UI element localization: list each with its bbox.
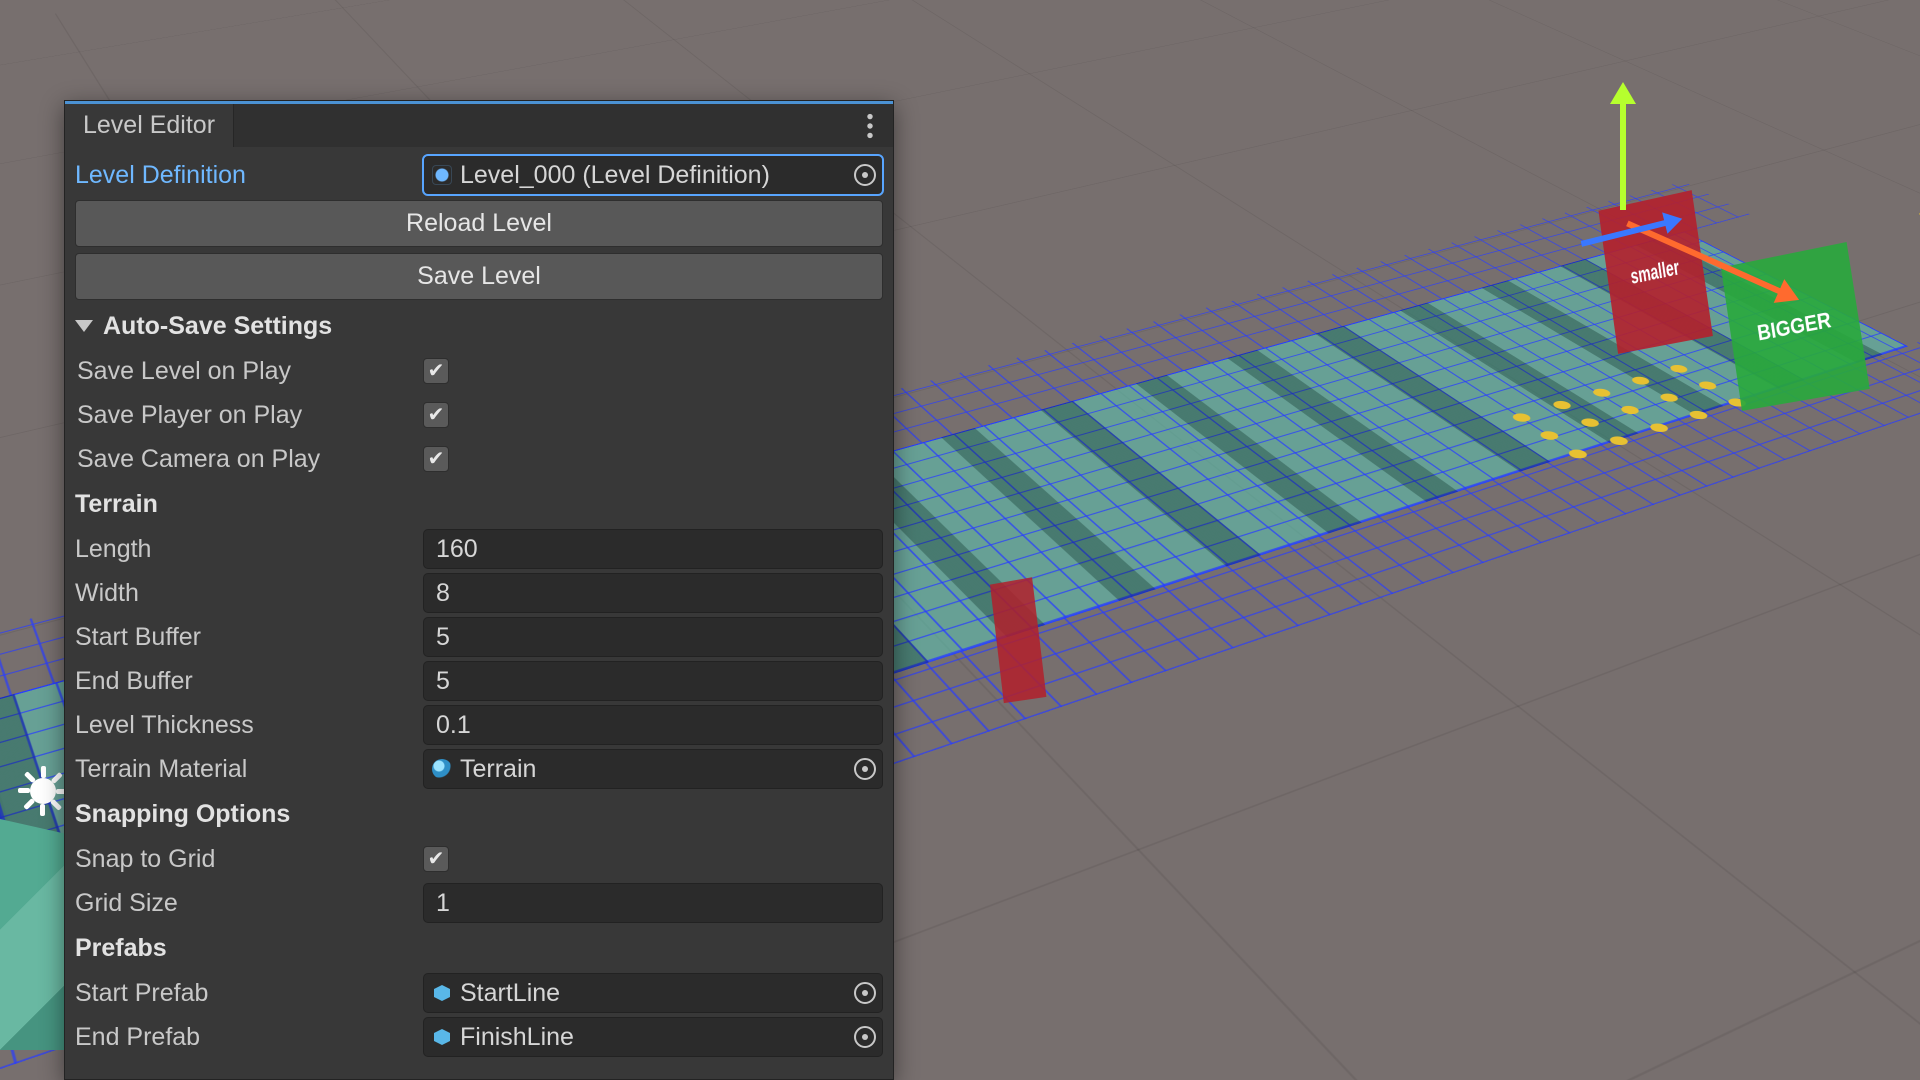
- start-prefab-label: Start Prefab: [75, 979, 415, 1008]
- panel-tab-level-editor[interactable]: Level Editor: [65, 104, 234, 147]
- directional-light-icon[interactable]: [12, 760, 72, 820]
- level-thickness-input[interactable]: [423, 705, 883, 745]
- terrain-length-label: Length: [75, 535, 415, 564]
- object-picker-icon[interactable]: [854, 982, 876, 1004]
- save-camera-on-play-checkbox[interactable]: [423, 446, 449, 472]
- prefab-icon: [432, 1027, 452, 1047]
- level-thickness-label: Level Thickness: [75, 711, 415, 740]
- panel-header: Level Editor: [65, 101, 893, 147]
- grid-size-input[interactable]: [423, 883, 883, 923]
- gate-bigger: BIGGER: [1721, 242, 1870, 411]
- section-snapping-label: Snapping Options: [75, 800, 290, 829]
- object-picker-icon[interactable]: [854, 1026, 876, 1048]
- start-buffer-input[interactable]: [423, 617, 883, 657]
- panel-context-menu-button[interactable]: [847, 104, 893, 147]
- section-autosave-label: Auto-Save Settings: [103, 312, 332, 341]
- level-definition-value: Level_000 (Level Definition): [460, 161, 770, 190]
- row-start-buffer: Start Buffer: [75, 615, 883, 659]
- terrain-material-value: Terrain: [460, 755, 536, 784]
- row-terrain-length: Length: [75, 527, 883, 571]
- reload-level-button[interactable]: Reload Level: [75, 200, 883, 247]
- row-save-level-on-play: Save Level on Play: [75, 349, 883, 393]
- terrain-length-input[interactable]: [423, 529, 883, 569]
- end-buffer-input[interactable]: [423, 661, 883, 701]
- save-player-on-play-label: Save Player on Play: [75, 401, 415, 430]
- start-prefab-field[interactable]: StartLine: [423, 973, 883, 1013]
- row-level-thickness: Level Thickness: [75, 703, 883, 747]
- save-level-on-play-checkbox[interactable]: [423, 358, 449, 384]
- snap-to-grid-checkbox[interactable]: [423, 846, 449, 872]
- level-definition-label: Level Definition: [75, 161, 415, 190]
- terrain-width-label: Width: [75, 579, 415, 608]
- start-buffer-label: Start Buffer: [75, 623, 415, 652]
- row-grid-size: Grid Size: [75, 881, 883, 925]
- section-prefabs-label: Prefabs: [75, 934, 167, 963]
- level-editor-panel: Level Editor Level Definition Level_000 …: [64, 100, 894, 1080]
- row-terrain-width: Width: [75, 571, 883, 615]
- section-prefabs: Prefabs: [75, 925, 883, 971]
- row-save-camera-on-play: Save Camera on Play: [75, 437, 883, 481]
- material-icon: [432, 759, 452, 779]
- end-prefab-label: End Prefab: [75, 1023, 415, 1052]
- scriptable-object-icon: [432, 165, 452, 185]
- terrain-material-label: Terrain Material: [75, 755, 415, 784]
- row-snap-to-grid: Snap to Grid: [75, 837, 883, 881]
- terrain-material-field[interactable]: Terrain: [423, 749, 883, 789]
- end-buffer-label: End Buffer: [75, 667, 415, 696]
- section-autosave[interactable]: Auto-Save Settings: [75, 303, 883, 349]
- save-player-on-play-checkbox[interactable]: [423, 402, 449, 428]
- row-save-level: Save Level: [75, 250, 883, 303]
- row-end-prefab: End Prefab FinishLine: [75, 1015, 883, 1059]
- row-end-buffer: End Buffer: [75, 659, 883, 703]
- prefab-icon: [432, 983, 452, 1003]
- grid-size-label: Grid Size: [75, 889, 415, 918]
- snap-to-grid-label: Snap to Grid: [75, 845, 415, 874]
- row-start-prefab: Start Prefab StartLine: [75, 971, 883, 1015]
- panel-body: Level Definition Level_000 (Level Defini…: [65, 147, 893, 1069]
- terrain-width-input[interactable]: [423, 573, 883, 613]
- save-camera-on-play-label: Save Camera on Play: [75, 445, 415, 474]
- save-level-on-play-label: Save Level on Play: [75, 357, 415, 386]
- section-terrain-label: Terrain: [75, 490, 158, 519]
- end-prefab-field[interactable]: FinishLine: [423, 1017, 883, 1057]
- save-level-button[interactable]: Save Level: [75, 253, 883, 300]
- row-reload-level: Reload Level: [75, 197, 883, 250]
- start-prefab-value: StartLine: [460, 979, 560, 1008]
- section-terrain: Terrain: [75, 481, 883, 527]
- row-save-player-on-play: Save Player on Play: [75, 393, 883, 437]
- foldout-arrow-icon: [75, 320, 93, 332]
- level-definition-field[interactable]: Level_000 (Level Definition): [423, 155, 883, 195]
- object-picker-icon[interactable]: [854, 758, 876, 780]
- object-picker-icon[interactable]: [854, 164, 876, 186]
- end-prefab-value: FinishLine: [460, 1023, 574, 1052]
- section-snapping: Snapping Options: [75, 791, 883, 837]
- row-terrain-material: Terrain Material Terrain: [75, 747, 883, 791]
- row-level-definition: Level Definition Level_000 (Level Defini…: [75, 153, 883, 197]
- gizmo-y-axis[interactable]: [1620, 100, 1626, 210]
